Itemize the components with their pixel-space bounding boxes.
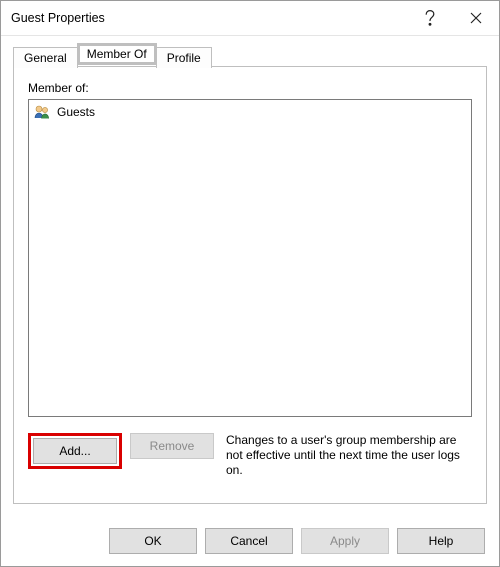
help-button[interactable]: Help xyxy=(397,528,485,554)
guest-properties-dialog: Guest Properties General Member Of Profi… xyxy=(0,0,500,567)
add-highlight: Add... xyxy=(28,433,122,469)
add-button[interactable]: Add... xyxy=(33,438,117,464)
apply-button: Apply xyxy=(301,528,389,554)
dialog-footer: OK Cancel Apply Help xyxy=(1,516,499,566)
membership-note: Changes to a user's group membership are… xyxy=(222,433,472,478)
tab-strip: General Member Of Profile xyxy=(13,44,487,66)
below-list-row: Add... Remove Changes to a user's group … xyxy=(28,433,472,478)
cancel-button[interactable]: Cancel xyxy=(205,528,293,554)
group-icon xyxy=(33,103,51,121)
member-of-list[interactable]: Guests xyxy=(28,99,472,417)
list-item[interactable]: Guests xyxy=(31,102,469,122)
window-title: Guest Properties xyxy=(11,11,407,25)
dialog-body: General Member Of Profile Member of: xyxy=(1,36,499,516)
tab-member-of[interactable]: Member Of xyxy=(77,43,157,65)
member-of-panel: Member of: Guests Add. xyxy=(13,66,487,504)
close-button[interactable] xyxy=(453,1,499,35)
context-help-button[interactable] xyxy=(407,1,453,35)
title-bar: Guest Properties xyxy=(1,1,499,36)
ok-button[interactable]: OK xyxy=(109,528,197,554)
remove-button: Remove xyxy=(130,433,214,459)
group-name: Guests xyxy=(57,103,95,121)
member-of-label: Member of: xyxy=(28,81,472,95)
tab-general[interactable]: General xyxy=(13,47,78,68)
tab-profile[interactable]: Profile xyxy=(156,47,212,68)
